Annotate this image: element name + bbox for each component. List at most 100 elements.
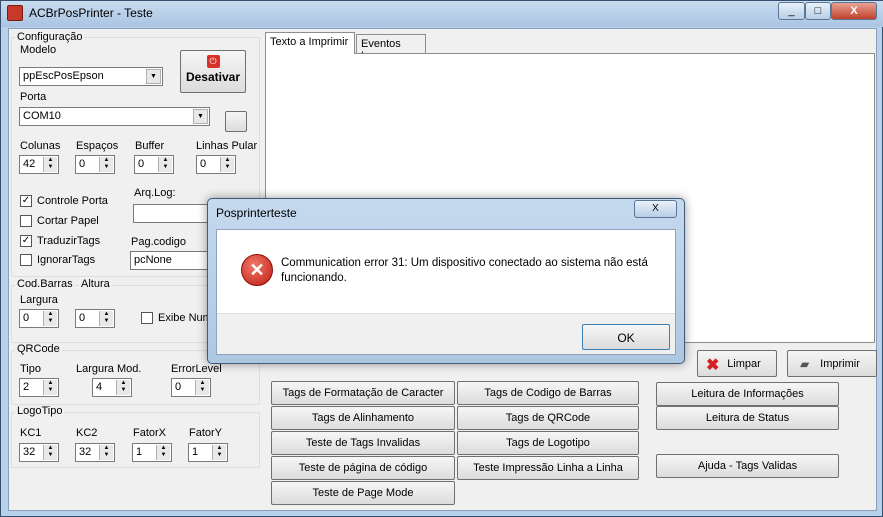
porta-select[interactable]: COM10 ▼ <box>19 107 210 126</box>
traduzir-tags-checkbox[interactable]: ✓ <box>20 235 32 247</box>
modelo-select[interactable]: ppEscPosEpson ▼ <box>19 67 163 86</box>
largura-mod-label: Largura Mod. <box>76 363 142 375</box>
teste-pagina-codigo-button[interactable]: Teste de página de código <box>271 456 455 480</box>
dialog-footer: OK <box>217 313 675 354</box>
limpar-button[interactable]: ✖ Limpar <box>697 350 777 377</box>
porta-config-button[interactable] <box>225 111 247 132</box>
limpar-label: Limpar <box>727 358 761 370</box>
updown-icon[interactable]: ▲ ▼ <box>43 380 57 395</box>
altura-label: Altura <box>79 278 112 290</box>
tags-formatacao-button[interactable]: Tags de Formatação de Caracter <box>271 381 455 405</box>
title-bar[interactable]: ACBrPosPrinter - Teste _ □ X <box>1 1 883 27</box>
arqlog-label: Arq.Log: <box>134 187 176 199</box>
exibe-num-label: Exibe Num <box>158 312 212 324</box>
updown-icon[interactable]: ▲ ▼ <box>99 445 113 460</box>
chevron-down-icon: ▼ <box>146 69 161 84</box>
kc1-label: KC1 <box>20 427 42 439</box>
colunas-spinner[interactable]: 42 ▲ ▼ <box>19 155 59 174</box>
error-level-label: ErrorLevel <box>171 363 222 375</box>
updown-icon[interactable]: ▲ ▼ <box>43 311 57 326</box>
fatory-label: FatorY <box>189 427 223 439</box>
updown-icon[interactable]: ▲ ▼ <box>195 380 209 395</box>
fatory-spinner[interactable]: 1 ▲ ▼ <box>188 443 228 462</box>
updown-icon[interactable]: ▲ ▼ <box>43 157 57 172</box>
leitura-status-button[interactable]: Leitura de Status <box>656 406 839 430</box>
error-level-value: 0 <box>175 381 182 393</box>
tab-texto-imprimir[interactable]: Texto a Imprimir <box>265 32 355 54</box>
largura-mod-spinner[interactable]: 4 ▲ ▼ <box>92 378 132 397</box>
error-icon: ✕ <box>241 254 273 286</box>
close-button[interactable]: X <box>831 2 877 20</box>
error-level-spinner[interactable]: 0 ▲ ▼ <box>171 378 211 397</box>
largura-label: Largura <box>20 294 58 306</box>
tab-eventos-log[interactable]: Eventos Log <box>356 34 426 62</box>
updown-icon[interactable]: ▲ ▼ <box>99 311 113 326</box>
updown-icon[interactable]: ▲ ▼ <box>43 445 57 460</box>
tipo-spinner[interactable]: 2 ▲ ▼ <box>19 378 59 397</box>
tags-alinhamento-button[interactable]: Tags de Alinhamento <box>271 406 455 430</box>
espacos-value: 0 <box>79 158 86 170</box>
modelo-label: Modelo <box>20 44 57 56</box>
teste-page-mode-button[interactable]: Teste de Page Mode <box>271 481 455 505</box>
qrcode-group-label: QRCode <box>15 343 62 355</box>
buffer-label: Buffer <box>135 140 165 152</box>
updown-icon[interactable]: ▲ ▼ <box>220 157 234 172</box>
updown-icon[interactable]: ▲ ▼ <box>156 445 170 460</box>
kc2-spinner[interactable]: 32 ▲ ▼ <box>75 443 115 462</box>
updown-icon[interactable]: ▲ ▼ <box>99 157 113 172</box>
altura-value: 0 <box>79 312 86 324</box>
error-dialog: Posprinterteste X ✕ Communication error … <box>207 198 685 364</box>
arqlog-input[interactable] <box>133 204 213 223</box>
kc1-spinner[interactable]: 32 ▲ ▼ <box>19 443 59 462</box>
buffer-spinner[interactable]: 0 ▲ ▼ <box>134 155 174 174</box>
altura-spinner[interactable]: 0 ▲ ▼ <box>75 309 115 328</box>
ignorar-tags-checkbox[interactable] <box>20 254 32 266</box>
logotipo-group-label: LogoTipo <box>15 405 65 417</box>
porta-label: Porta <box>20 91 47 103</box>
updown-icon[interactable]: ▲ ▼ <box>158 157 172 172</box>
tipo-value: 2 <box>23 381 30 393</box>
kc2-label: KC2 <box>76 427 98 439</box>
config-group-label: Configuração <box>15 31 85 43</box>
codbarras-group-label: Cod.Barras <box>15 278 75 290</box>
dialog-close-button[interactable]: X <box>634 200 677 218</box>
linhas-pular-value: 0 <box>200 158 207 170</box>
kc1-value: 32 <box>23 446 36 458</box>
colunas-label: Colunas <box>20 140 61 152</box>
controle-porta-label: Controle Porta <box>37 195 108 207</box>
kc2-value: 32 <box>79 446 92 458</box>
porta-value: COM10 <box>23 110 61 122</box>
cortar-papel-label: Cortar Papel <box>37 215 99 227</box>
updown-icon[interactable]: ▲ ▼ <box>212 445 226 460</box>
pagcodigo-select[interactable]: pcNone <box>130 251 210 270</box>
minimize-button[interactable]: _ <box>778 2 805 20</box>
leitura-informacoes-button[interactable]: Leitura de Informações <box>656 382 839 406</box>
espacos-label: Espaços <box>76 140 119 152</box>
updown-icon[interactable]: ▲ ▼ <box>116 380 130 395</box>
teste-linha-a-linha-button[interactable]: Teste Impressão Linha a Linha <box>457 456 639 480</box>
fatorx-spinner[interactable]: 1 ▲ ▼ <box>132 443 172 462</box>
ignorar-tags-label: IgnorarTags <box>37 254 96 266</box>
cortar-papel-checkbox[interactable] <box>20 215 32 227</box>
ajuda-tags-validas-button[interactable]: Ajuda - Tags Validas <box>656 454 839 478</box>
tags-codigo-barras-button[interactable]: Tags de Codigo de Barras <box>457 381 639 405</box>
clear-x-icon: ✖ <box>706 357 720 374</box>
tags-logotipo-button[interactable]: Tags de Logotipo <box>457 431 639 455</box>
tags-qrcode-button[interactable]: Tags de QRCode <box>457 406 639 430</box>
largura-value: 0 <box>23 312 30 324</box>
ok-button[interactable]: OK <box>582 324 670 350</box>
chevron-down-icon: ▼ <box>193 109 208 124</box>
espacos-spinner[interactable]: 0 ▲ ▼ <box>75 155 115 174</box>
desativar-button[interactable]: ⏻ Desativar <box>180 50 246 93</box>
teste-tags-invalidas-button[interactable]: Teste de Tags Invalidas <box>271 431 455 455</box>
linhas-pular-label: Linhas Pular <box>196 140 258 152</box>
colunas-value: 42 <box>23 158 36 170</box>
exibe-num-checkbox[interactable] <box>141 312 153 324</box>
fatorx-value: 1 <box>136 446 143 458</box>
controle-porta-checkbox[interactable]: ✓ <box>20 195 32 207</box>
printer-icon: ▰ <box>800 357 810 371</box>
largura-spinner[interactable]: 0 ▲ ▼ <box>19 309 59 328</box>
maximize-button[interactable]: □ <box>805 2 831 20</box>
linhas-pular-spinner[interactable]: 0 ▲ ▼ <box>196 155 236 174</box>
imprimir-button[interactable]: ▰ Imprimir <box>787 350 877 377</box>
